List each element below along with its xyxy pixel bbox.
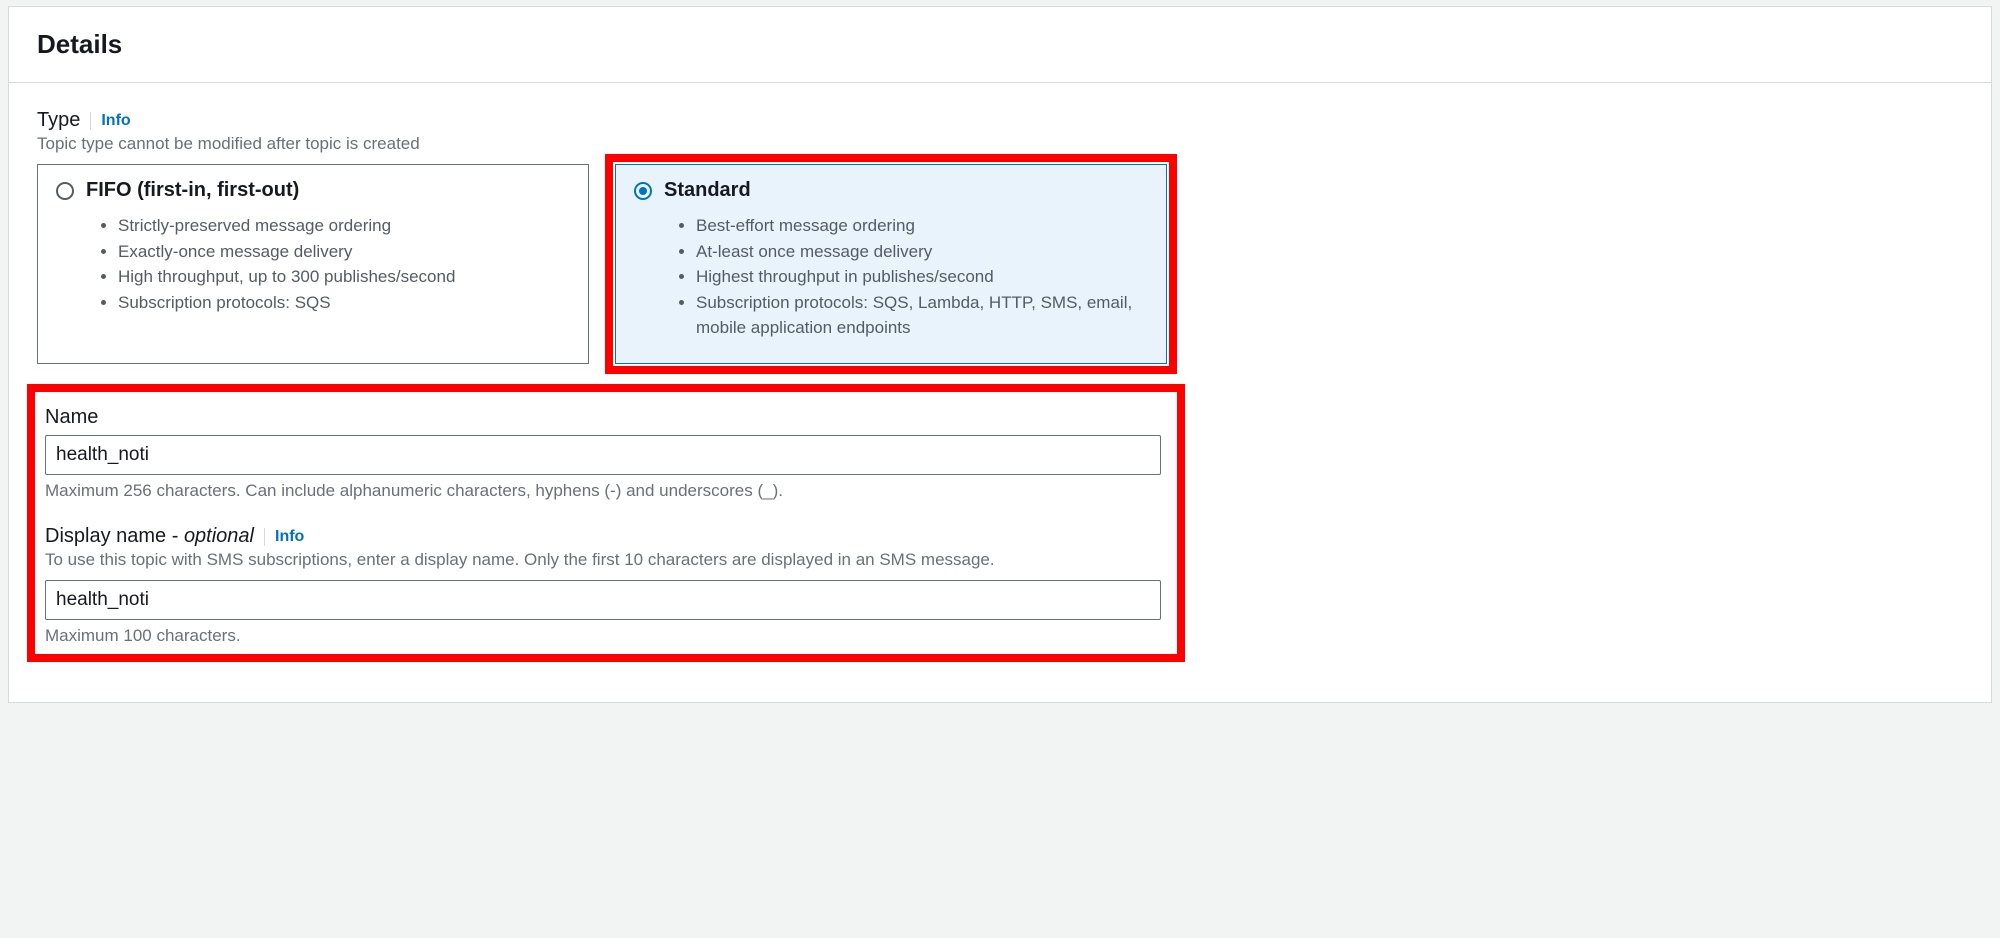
list-item: Exactly-once message delivery — [118, 240, 570, 265]
type-info-link[interactable]: Info — [101, 112, 130, 130]
highlight-standard: Standard Best-effort message ordering At… — [605, 154, 1177, 374]
type-label: Type — [37, 109, 80, 132]
highlight-name-block: Name Maximum 256 characters. Can include… — [27, 384, 1185, 662]
display-name-field: Display name - optional Info To use this… — [45, 525, 1167, 646]
display-name-helper-text: To use this topic with SMS subscriptions… — [45, 550, 1167, 570]
display-name-below-helper: Maximum 100 characters. — [45, 626, 1167, 646]
name-label-row: Name — [45, 406, 1167, 429]
separator — [264, 528, 265, 546]
list-item: High throughput, up to 300 publishes/sec… — [118, 265, 570, 290]
radio-icon — [634, 182, 652, 200]
standard-title: Standard — [664, 179, 751, 202]
display-name-input[interactable] — [45, 580, 1161, 620]
list-item: Subscription protocols: SQS — [118, 291, 570, 316]
list-item: Strictly-preserved message ordering — [118, 214, 570, 239]
panel-body: Type Info Topic type cannot be modified … — [9, 83, 1991, 702]
name-field: Name Maximum 256 characters. Can include… — [45, 406, 1167, 501]
name-input[interactable] — [45, 435, 1161, 475]
panel-header: Details — [9, 7, 1991, 83]
name-helper-text: Maximum 256 characters. Can include alph… — [45, 481, 1167, 501]
display-name-info-link[interactable]: Info — [275, 528, 304, 546]
separator — [90, 112, 91, 130]
list-item: Highest throughput in publishes/second — [696, 265, 1148, 290]
display-name-label-row: Display name - optional Info — [45, 525, 1167, 548]
standard-title-row: Standard — [634, 179, 1148, 202]
fifo-title-row: FIFO (first-in, first-out) — [56, 179, 570, 202]
type-label-row: Type Info — [37, 109, 1963, 132]
fifo-bullets: Strictly-preserved message ordering Exac… — [118, 214, 570, 316]
list-item: Best-effort message ordering — [696, 214, 1148, 239]
fifo-title: FIFO (first-in, first-out) — [86, 179, 299, 202]
display-name-label-prefix: Display name - — [45, 525, 184, 547]
radio-icon — [56, 182, 74, 200]
list-item: At-least once message delivery — [696, 240, 1148, 265]
panel-title: Details — [37, 29, 1963, 60]
list-item: Subscription protocols: SQS, Lambda, HTT… — [696, 291, 1148, 340]
display-name-label: Display name - optional — [45, 525, 254, 548]
standard-bullets: Best-effort message ordering At-least on… — [696, 214, 1148, 340]
type-option-standard[interactable]: Standard Best-effort message ordering At… — [615, 164, 1167, 364]
details-panel: Details Type Info Topic type cannot be m… — [8, 6, 1992, 703]
type-option-grid: FIFO (first-in, first-out) Strictly-pres… — [37, 164, 1167, 364]
display-name-optional: optional — [184, 525, 254, 547]
name-label: Name — [45, 406, 98, 429]
type-option-fifo[interactable]: FIFO (first-in, first-out) Strictly-pres… — [37, 164, 589, 364]
type-helper-text: Topic type cannot be modified after topi… — [37, 134, 1963, 154]
